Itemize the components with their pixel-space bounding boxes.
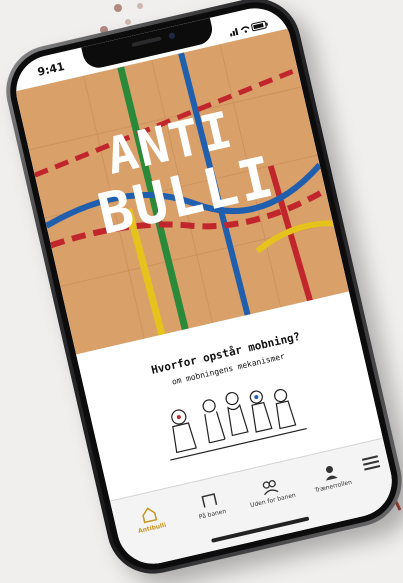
tab-uden-for-banen[interactable]: Uden for banen [238,471,304,511]
tab-traenerrollen[interactable]: Trænerrollen [298,457,364,497]
front-camera [168,32,176,40]
tab-paa-banen[interactable]: På banen [177,485,243,525]
hamburger-icon [361,455,381,471]
tab-antibulli[interactable]: Antibulli [117,498,183,538]
speaker [131,36,162,47]
menu-button[interactable] [358,450,384,476]
status-time: 9:41 [36,59,66,79]
